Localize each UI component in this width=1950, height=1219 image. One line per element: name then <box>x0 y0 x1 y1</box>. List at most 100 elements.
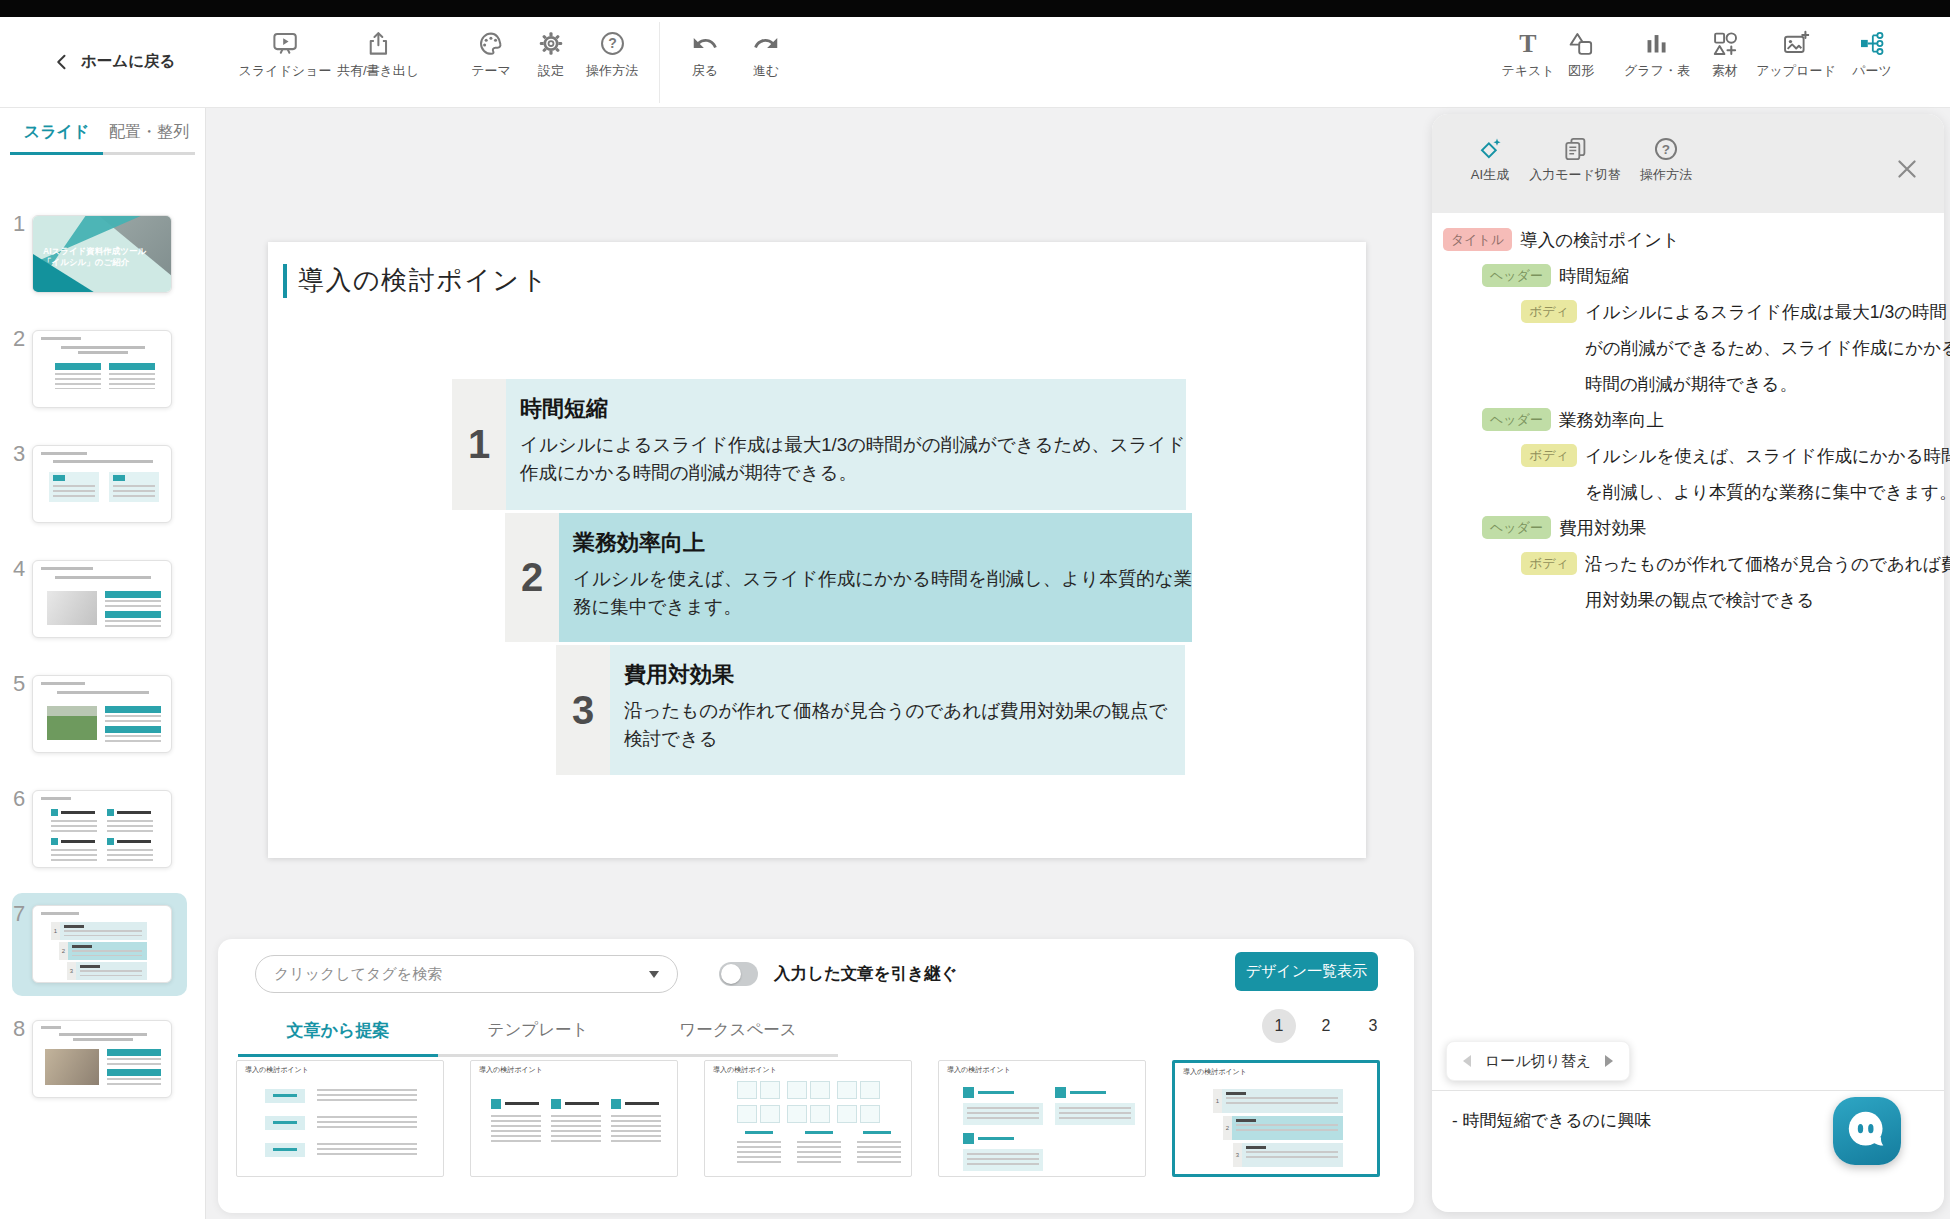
slide-thumbnail-1[interactable]: AIスライド資料作成ツール 「イルシル」のご紹介 <box>32 215 172 293</box>
assets-icon <box>1712 30 1739 57</box>
slide-thumbnail-2[interactable] <box>32 330 172 408</box>
insert-parts-button[interactable]: パーツ <box>1852 30 1892 80</box>
tag-header: ヘッダー <box>1482 264 1551 287</box>
role-prev-icon[interactable] <box>1463 1055 1471 1067</box>
outline-panel: AI生成 入力モード切替 ? 操作方法 タイトル 導入の検討ポイント ヘッダー … <box>1432 114 1944 1212</box>
slide-thumbnail-8[interactable] <box>32 1020 172 1098</box>
design-thumbnail-1[interactable]: 導入の検討ポイント <box>236 1060 444 1177</box>
insert-assets-button[interactable]: 素材 <box>1712 30 1739 80</box>
outline-row-body-3[interactable]: ボディ 沿ったものが作れて価格が見合うのであれば費 用対効果の観点で検討できる <box>1443 546 1944 618</box>
slide-item-1[interactable]: 1 AIスライド資料作成ツール 「イルシル」のご紹介 <box>0 215 205 293</box>
design-thumbnail-4[interactable]: 導入の検討ポイント <box>938 1060 1146 1177</box>
page-3[interactable]: 3 <box>1356 1009 1390 1043</box>
item-body: イルシルによるスライド作成は最大1/3の時間がの削減ができるため、スライド 作成… <box>520 431 1186 486</box>
slides-sidebar: スライド 配置・整列 1 AIスライド資料作成ツール 「イルシル」のご紹介 2 <box>0 108 206 1219</box>
item-header: 時間短縮 <box>520 394 1186 424</box>
chart-icon <box>1643 30 1670 57</box>
slide-item-7[interactable]: 7 1 2 3 <box>0 905 205 983</box>
app: ホームに戻る スライドショー 共有/書き出し テーマ 設定 ? 操作方法 戻る <box>0 0 1950 1219</box>
slide-item-3[interactable]: 3 <box>0 445 205 523</box>
slide-thumbnail-4[interactable] <box>32 560 172 638</box>
tag-body: ボディ <box>1521 444 1577 467</box>
pagination: 1 2 3 <box>1262 1009 1390 1043</box>
tab-slides[interactable]: スライド <box>10 122 103 155</box>
upload-image-icon <box>1783 30 1810 57</box>
toolbar-divider <box>659 22 660 103</box>
carry-text-toggle[interactable] <box>719 962 758 986</box>
chevron-left-icon <box>52 52 72 72</box>
item-body: イルシルを使えば、スライド作成にかかる時間を削減し、より本質的な業 務に集中でき… <box>573 565 1192 620</box>
undo-icon <box>692 30 719 57</box>
tag-search-placeholder: クリックしてタグを検索 <box>274 965 442 984</box>
tag-search-input[interactable]: クリックしてタグを検索 <box>255 955 678 993</box>
close-panel-icon[interactable] <box>1894 156 1920 182</box>
slide-title[interactable]: 導入の検討ポイント <box>283 263 549 298</box>
tab-arrange[interactable]: 配置・整列 <box>103 122 195 155</box>
role-switch-button[interactable]: ロール切り替え <box>1446 1041 1630 1081</box>
browser-top-strip <box>0 0 1950 17</box>
slide-thumbnail-6[interactable] <box>32 790 172 868</box>
help-icon: ? <box>1653 136 1679 162</box>
svg-text:?: ? <box>608 35 617 51</box>
chat-support-button[interactable] <box>1833 1097 1901 1165</box>
ai-generate-button[interactable]: AI生成 <box>1471 136 1509 184</box>
slide-list-item-2[interactable]: 2 業務効率向上 イルシルを使えば、スライド作成にかかる時間を削減し、より本質的… <box>505 513 1185 642</box>
insert-chart-table-button[interactable]: グラフ・表 <box>1624 30 1690 80</box>
back-to-home-button[interactable]: ホームに戻る <box>52 51 175 72</box>
slide-item-8[interactable]: 8 <box>0 1020 205 1098</box>
undo-button[interactable]: 戻る <box>692 30 719 80</box>
insert-text-button[interactable]: T テキスト <box>1501 30 1554 80</box>
share-export-button[interactable]: 共有/書き出し <box>337 30 419 80</box>
back-to-home-label: ホームに戻る <box>81 51 175 72</box>
tag-title: タイトル <box>1443 228 1512 251</box>
tab-workspace[interactable]: ワークスペース <box>638 1009 838 1057</box>
tab-template[interactable]: テンプレート <box>438 1009 638 1057</box>
memo-text[interactable]: - 時間短縮できるのに興味 <box>1452 1109 1651 1132</box>
svg-text:T: T <box>1519 30 1536 57</box>
outline-editor[interactable]: タイトル 導入の検討ポイント ヘッダー 時間短縮 ボディ イルシルによるスライド… <box>1432 213 1944 618</box>
slide-item-6[interactable]: 6 <box>0 790 205 868</box>
design-thumbnail-3[interactable]: 導入の検討ポイント <box>704 1060 912 1177</box>
title-accent-bar <box>283 264 287 298</box>
outline-row-header-1[interactable]: ヘッダー 時間短縮 <box>1443 258 1944 294</box>
shapes-icon <box>1568 30 1595 57</box>
slide-list-item-1[interactable]: 1 時間短縮 イルシルによるスライド作成は最大1/3の時間がの削減ができるため、… <box>452 379 1185 510</box>
outline-row-title[interactable]: タイトル 導入の検討ポイント <box>1443 222 1944 258</box>
upload-button[interactable]: アップロード <box>1756 30 1836 80</box>
page-2[interactable]: 2 <box>1309 1009 1343 1043</box>
help-button[interactable]: ? 操作方法 <box>586 30 638 80</box>
slide-item-4[interactable]: 4 <box>0 560 205 638</box>
design-thumbnail-5-selected[interactable]: 導入の検討ポイント 1 2 3 <box>1172 1060 1380 1177</box>
suggestion-tabs: 文章から提案 テンプレート ワークスペース <box>238 1009 838 1057</box>
design-thumbnail-2[interactable]: 導入の検討ポイント <box>470 1060 678 1177</box>
slide-item-5[interactable]: 5 <box>0 675 205 753</box>
chat-bubble-icon <box>1844 1108 1890 1154</box>
text-icon: T <box>1515 30 1542 57</box>
insert-shapes-button[interactable]: 図形 <box>1568 30 1595 80</box>
parts-icon <box>1858 30 1885 57</box>
outline-row-body-2[interactable]: ボディ イルシルを使えば、スライド作成にかかる時間 を削減し、より本質的な業務に… <box>1443 438 1944 510</box>
settings-button[interactable]: 設定 <box>538 30 565 80</box>
slide-item-2[interactable]: 2 <box>0 330 205 408</box>
outline-row-body-1[interactable]: ボディ イルシルによるスライド作成は最大1/3の時間 がの削減ができるため、スラ… <box>1443 294 1944 402</box>
outline-row-header-3[interactable]: ヘッダー 費用対効果 <box>1443 510 1944 546</box>
slide-thumbnail-5[interactable] <box>32 675 172 753</box>
role-next-icon[interactable] <box>1605 1055 1613 1067</box>
sidebar-tabs: スライド 配置・整列 <box>0 108 205 155</box>
slide-thumbnail-7[interactable]: 1 2 3 <box>32 905 172 983</box>
redo-button[interactable]: 進む <box>753 30 780 80</box>
slide-list-item-3[interactable]: 3 費用対効果 沿ったものが作れて価格が見合うのであれば費用対効果の観点で 検討… <box>556 645 1185 775</box>
slide-thumbnail-3[interactable] <box>32 445 172 523</box>
page-1[interactable]: 1 <box>1262 1009 1296 1043</box>
tab-suggest-from-text[interactable]: 文章から提案 <box>238 1009 438 1057</box>
panel-help-button[interactable]: ? 操作方法 <box>1640 136 1692 184</box>
slideshow-button[interactable]: スライドショー <box>239 30 332 80</box>
outline-row-header-2[interactable]: ヘッダー 業務効率向上 <box>1443 402 1944 438</box>
tag-header: ヘッダー <box>1482 516 1551 539</box>
slide-list: 1 AIスライド資料作成ツール 「イルシル」のご紹介 2 <box>0 215 205 1135</box>
slide-canvas[interactable]: 導入の検討ポイント 1 時間短縮 イルシルによるスライド作成は最大1/3の時間が… <box>268 242 1366 858</box>
share-export-icon <box>364 30 391 57</box>
input-mode-switch-button[interactable]: 入力モード切替 <box>1529 136 1621 184</box>
design-list-button[interactable]: デザイン一覧表示 <box>1235 952 1378 991</box>
theme-button[interactable]: テーマ <box>471 30 511 80</box>
